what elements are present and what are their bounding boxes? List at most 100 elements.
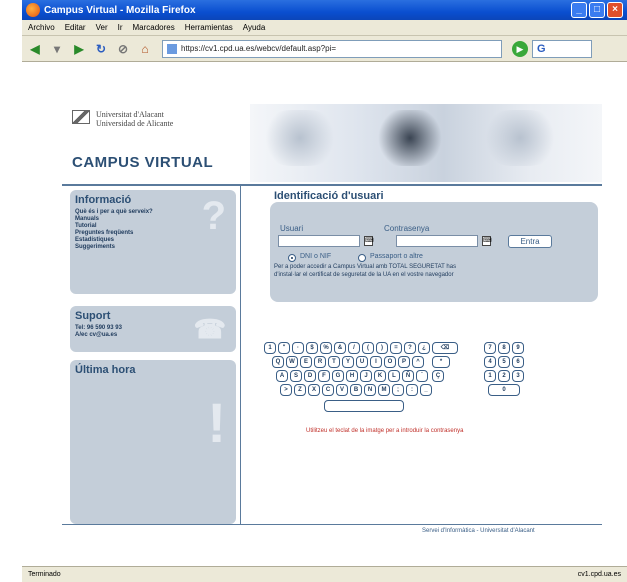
key-gt[interactable]: > — [280, 384, 292, 396]
key-semicolon[interactable]: ; — [392, 384, 404, 396]
banner-figure — [370, 110, 450, 166]
key-j[interactable]: J — [360, 370, 372, 382]
key-num-6[interactable]: 6 — [512, 356, 524, 368]
login-title: Identificació d'usuari — [274, 190, 384, 202]
key-t[interactable]: T — [328, 356, 340, 368]
key-grave[interactable]: ^ — [412, 356, 424, 368]
column-divider — [240, 186, 241, 524]
key-num-8[interactable]: 8 — [498, 342, 510, 354]
key-8[interactable]: ( — [362, 342, 374, 354]
key-o[interactable]: O — [384, 356, 396, 368]
key-underscore[interactable]: _ — [420, 384, 432, 396]
close-button[interactable]: × — [607, 2, 623, 18]
home-icon[interactable]: ⌂ — [136, 40, 154, 58]
ua-logo-icon — [72, 110, 90, 124]
menu-ver[interactable]: Ver — [96, 23, 108, 32]
key-num-9[interactable]: 9 — [512, 342, 524, 354]
menu-ayuda[interactable]: Ayuda — [243, 23, 266, 32]
minimize-button[interactable]: _ — [571, 2, 587, 18]
key-colon[interactable]: : — [406, 384, 418, 396]
reload-icon[interactable]: ↻ — [92, 40, 110, 58]
key-x[interactable]: X — [308, 384, 320, 396]
enter-button[interactable]: Entra — [508, 235, 552, 248]
menu-editar[interactable]: Editar — [65, 23, 86, 32]
key-enye[interactable]: Ñ — [402, 370, 414, 382]
search-box[interactable]: G — [532, 39, 592, 58]
password-input[interactable] — [396, 235, 478, 247]
key-k[interactable]: K — [374, 370, 386, 382]
menu-bar: Archivo Editar Ver Ir Marcadores Herrami… — [22, 20, 627, 36]
url-text: https://cv1.cpd.ua.es/webcv/default.asp?… — [181, 44, 336, 53]
university-logo: Universitat d'Alacant Universidad de Ali… — [72, 110, 173, 128]
radio-dni[interactable] — [288, 254, 296, 262]
user-keyboard-icon[interactable]: ⌨ — [364, 236, 374, 246]
key-num-3[interactable]: 3 — [512, 370, 524, 382]
key-1[interactable]: 1 — [264, 342, 276, 354]
key-e[interactable]: E — [300, 356, 312, 368]
banner-hand-right — [480, 110, 560, 166]
menu-herramientas[interactable]: Herramientas — [185, 23, 233, 32]
menu-ir[interactable]: Ir — [118, 23, 123, 32]
key-4[interactable]: $ — [306, 342, 318, 354]
stop-icon[interactable]: ⊘ — [114, 40, 132, 58]
key-cedilla[interactable]: Ç — [432, 370, 444, 382]
footer-credit: Servei d'Informàtica - Universitat d'Ala… — [422, 528, 535, 534]
key-space[interactable] — [324, 400, 404, 412]
key-3[interactable]: · — [292, 342, 304, 354]
key-plus[interactable]: * — [432, 356, 450, 368]
key-g[interactable]: G — [332, 370, 344, 382]
key-excl[interactable]: ¿ — [418, 342, 430, 354]
key-5[interactable]: % — [320, 342, 332, 354]
key-num-5[interactable]: 5 — [498, 356, 510, 368]
back-arrow-icon[interactable]: ◀ — [26, 40, 44, 58]
key-w[interactable]: W — [286, 356, 298, 368]
key-z[interactable]: Z — [294, 384, 306, 396]
key-num-2[interactable]: 2 — [498, 370, 510, 382]
user-input[interactable] — [278, 235, 360, 247]
key-2[interactable]: " — [278, 342, 290, 354]
key-b[interactable]: B — [350, 384, 362, 396]
info-link-suggeriments[interactable]: Suggeriments — [75, 244, 231, 251]
key-d[interactable]: D — [304, 370, 316, 382]
key-0[interactable]: = — [390, 342, 402, 354]
menu-archivo[interactable]: Archivo — [28, 23, 55, 32]
status-bar: Terminado cv1.cpd.ua.es — [22, 566, 627, 582]
user-label: Usuari — [280, 224, 304, 233]
key-6[interactable]: & — [334, 342, 346, 354]
radio-passport[interactable] — [358, 254, 366, 262]
key-m[interactable]: M — [378, 384, 390, 396]
campus-title: CAMPUS VIRTUAL — [72, 154, 214, 171]
key-7[interactable]: / — [348, 342, 360, 354]
go-icon[interactable]: ▶ — [512, 40, 528, 57]
key-num-4[interactable]: 4 — [484, 356, 496, 368]
key-backspace[interactable]: ⌫ — [432, 342, 458, 354]
key-u[interactable]: U — [356, 356, 368, 368]
key-s[interactable]: S — [290, 370, 302, 382]
dropdown-icon[interactable]: ▾ — [48, 40, 66, 58]
ultima-hora-box: ! Última hora — [70, 360, 236, 524]
url-bar[interactable]: https://cv1.cpd.ua.es/webcv/default.asp?… — [162, 39, 502, 58]
key-l[interactable]: L — [388, 370, 400, 382]
key-h[interactable]: H — [346, 370, 358, 382]
key-a[interactable]: A — [276, 370, 288, 382]
maximize-button[interactable]: □ — [589, 2, 605, 18]
key-9[interactable]: ) — [376, 342, 388, 354]
key-i[interactable]: I — [370, 356, 382, 368]
key-acute[interactable]: ´ — [416, 370, 428, 382]
key-num-7[interactable]: 7 — [484, 342, 496, 354]
key-quest[interactable]: ? — [404, 342, 416, 354]
password-keyboard-icon[interactable]: ⌨ — [482, 236, 492, 246]
key-num-1[interactable]: 1 — [484, 370, 496, 382]
key-y[interactable]: Y — [342, 356, 354, 368]
key-num-0[interactable]: 0 — [488, 384, 520, 396]
key-n[interactable]: N — [364, 384, 376, 396]
key-f[interactable]: F — [318, 370, 330, 382]
key-c[interactable]: C — [322, 384, 334, 396]
menu-marcadores[interactable]: Marcadores — [133, 23, 175, 32]
key-q[interactable]: Q — [272, 356, 284, 368]
key-p[interactable]: P — [398, 356, 410, 368]
password-label: Contrasenya — [384, 224, 430, 233]
forward-arrow-icon[interactable]: ▶ — [70, 40, 88, 58]
key-v[interactable]: V — [336, 384, 348, 396]
key-r[interactable]: R — [314, 356, 326, 368]
